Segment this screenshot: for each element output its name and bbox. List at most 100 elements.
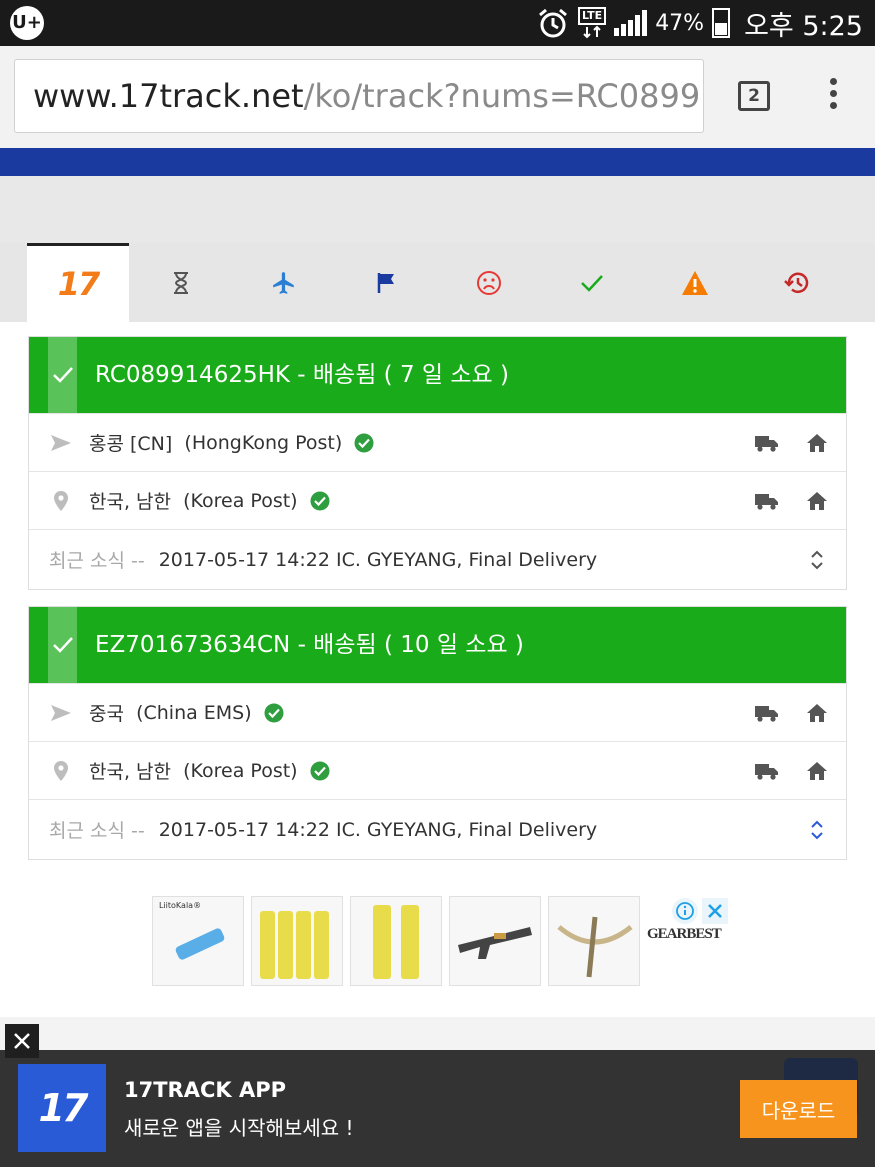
location-pin-icon (49, 759, 73, 783)
select-checkbox[interactable] (48, 607, 77, 683)
latest-event-text: 2017-05-17 14:22 IC. GYEYANG, Final Deli… (158, 548, 598, 571)
truck-icon[interactable] (754, 761, 780, 781)
screen: U+ LTE 47% 오후 5:25 www.17track.net/ko/tr… (0, 0, 875, 1167)
select-checkbox[interactable] (48, 337, 77, 413)
ad-product-battery[interactable]: LiitoKala® (152, 896, 244, 986)
origin-carrier: (HongKong Post) (184, 431, 343, 454)
verified-check-icon (354, 433, 374, 453)
destination-carrier: (Korea Post) (183, 489, 298, 512)
toy-gun-image (458, 927, 532, 959)
ad-product-batteries-pair[interactable] (350, 896, 442, 986)
app-promo-banner: 17 17TRACK APP 새로운 앱을 시작해보세요 ! 다운로드 (0, 1050, 875, 1167)
truck-icon[interactable] (754, 491, 780, 511)
tab-all[interactable]: 17 (27, 243, 129, 322)
tab-alert[interactable] (644, 243, 746, 322)
tab-pickup[interactable] (336, 243, 438, 322)
clock: 오후 5:25 (744, 10, 863, 42)
sad-face-icon (477, 270, 501, 295)
battery-product-image (260, 911, 329, 979)
location-pin-icon (49, 489, 73, 513)
lte-indicator: LTE (577, 7, 607, 39)
tab-in-transit[interactable] (233, 243, 335, 322)
gearbest-logo: GEARBEST (647, 926, 722, 942)
banner-close-icon[interactable] (5, 1024, 39, 1058)
verified-check-icon (310, 761, 330, 781)
site-header (0, 148, 875, 176)
verified-check-icon (264, 703, 284, 723)
origin-country: 홍콩 [CN] (89, 433, 173, 455)
origin-row[interactable]: 중국 (China EMS) (29, 683, 846, 741)
expand-chevron-icon[interactable] (810, 818, 824, 842)
latest-event-row[interactable]: 최근 소식 -- 2017-05-17 14:22 IC. GYEYANG, F… (29, 529, 846, 589)
download-button[interactable]: 다운로드 (740, 1080, 857, 1138)
truck-icon[interactable] (754, 433, 780, 453)
17track-logo-icon: 17 (57, 265, 101, 303)
ad-caption: LiitoKala® (159, 901, 202, 910)
tab-delivered[interactable] (541, 243, 643, 322)
battery-percent: 47% (655, 10, 705, 36)
home-icon[interactable] (806, 761, 828, 781)
flag-icon (377, 272, 394, 293)
17track-app-logo: 17 (18, 1064, 106, 1152)
destination-row[interactable]: 한국, 남한 (Korea Post) (29, 741, 846, 799)
home-icon[interactable] (806, 703, 828, 723)
carrier-logo: U+ (10, 6, 44, 40)
latest-label: 최근 소식 -- (49, 550, 145, 572)
battery-product-image (175, 928, 225, 960)
home-icon[interactable] (806, 433, 828, 453)
shipment-header[interactable]: EZ701673634CN - 배송됨 ( 10 일 소요 ) (29, 607, 846, 683)
crossbow-image (557, 916, 633, 978)
shipment-card: EZ701673634CN - 배송됨 ( 10 일 소요 ) 중국 (Chin… (28, 606, 847, 860)
ad-info-icon[interactable] (672, 898, 698, 924)
ad-close-icon[interactable] (702, 898, 728, 924)
truck-icon[interactable] (754, 703, 780, 723)
check-icon (52, 637, 73, 653)
banner-title: 17TRACK APP (124, 1078, 287, 1102)
destination-country: 한국, 남한 (89, 761, 171, 783)
shipment-title: EZ701673634CN - 배송됨 ( 10 일 소요 ) (95, 632, 524, 658)
send-icon (49, 701, 73, 725)
page-footer-area (0, 1017, 875, 1051)
destination-row[interactable]: 한국, 남한 (Korea Post) (29, 471, 846, 529)
ad-product-batteries[interactable] (251, 896, 343, 986)
airplane-icon (273, 271, 294, 294)
origin-carrier: (China EMS) (136, 701, 252, 724)
signal-strength-icon (614, 10, 648, 36)
tab-undelivered[interactable] (438, 243, 540, 322)
latest-event-text: 2017-05-17 14:22 IC. GYEYANG, Final Deli… (158, 818, 598, 841)
warning-icon (682, 270, 708, 295)
browser-menu-button[interactable] (826, 78, 840, 114)
send-icon (49, 431, 73, 455)
destination-country: 한국, 남한 (89, 491, 171, 513)
origin-row[interactable]: 홍콩 [CN] (HongKong Post) (29, 413, 846, 471)
status-bar: U+ LTE 47% 오후 5:25 (0, 0, 875, 46)
tab-switcher-button[interactable]: 2 (738, 81, 770, 111)
browser-toolbar: www.17track.net/ko/track?nums=RC08991 2 (0, 46, 875, 148)
tab-expired[interactable] (746, 243, 848, 322)
shipment-card: RC089914625HK - 배송됨 ( 7 일 소요 ) 홍콩 [CN] (… (28, 336, 847, 590)
url-domain: www.17track.net (33, 77, 304, 115)
history-icon (784, 272, 809, 293)
status-icons: LTE 47% 오후 5:25 (536, 0, 863, 46)
expand-chevron-icon[interactable] (810, 548, 824, 572)
latest-event-row[interactable]: 최근 소식 -- 2017-05-17 14:22 IC. GYEYANG, F… (29, 799, 846, 859)
row-actions (754, 742, 828, 800)
shipment-header[interactable]: RC089914625HK - 배송됨 ( 7 일 소요 ) (29, 337, 846, 413)
row-actions (754, 472, 828, 530)
origin-country: 중국 (89, 703, 124, 725)
ad-product-crossbow[interactable] (548, 896, 640, 986)
tab-pending[interactable] (130, 243, 232, 322)
check-icon (581, 274, 603, 292)
url-path: /ko/track?nums=RC08991 (303, 77, 704, 115)
shipment-title: RC089914625HK - 배송됨 ( 7 일 소요 ) (95, 362, 509, 388)
row-actions (754, 684, 828, 742)
row-actions (754, 414, 828, 472)
url-bar[interactable]: www.17track.net/ko/track?nums=RC08991 (14, 59, 704, 133)
verified-check-icon (310, 491, 330, 511)
ad-product-toy-gun[interactable] (449, 896, 541, 986)
home-icon[interactable] (806, 491, 828, 511)
ad-banner[interactable]: LiitoKala® GEARBEST (150, 896, 730, 990)
battery-product-image (373, 905, 419, 979)
destination-carrier: (Korea Post) (183, 759, 298, 782)
hourglass-icon (174, 271, 188, 294)
